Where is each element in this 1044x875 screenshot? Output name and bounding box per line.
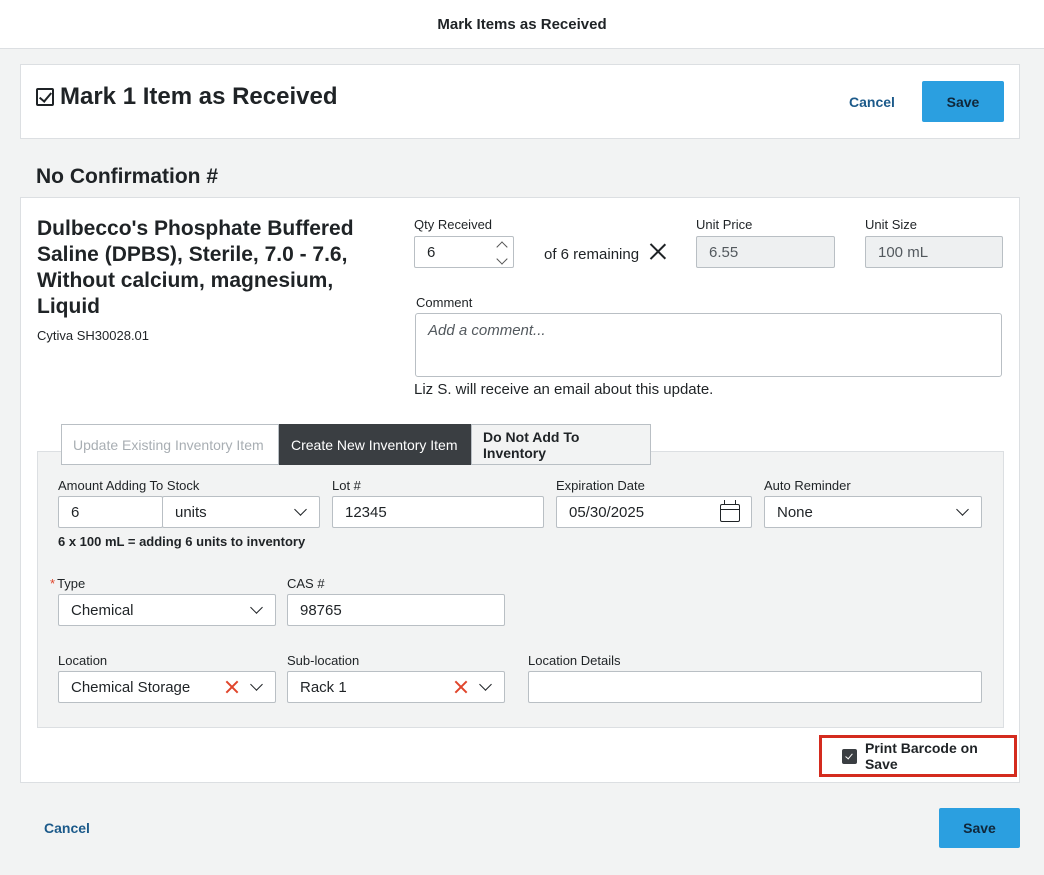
reminder-label: Auto Reminder (764, 478, 851, 493)
comment-note: Liz S. will receive an email about this … (414, 381, 714, 398)
location-details-label: Location Details (528, 653, 621, 668)
print-barcode-checkbox[interactable] (842, 748, 857, 764)
expiration-label: Expiration Date (556, 478, 645, 493)
print-barcode-option[interactable]: Print Barcode on Save (819, 735, 1017, 777)
sublocation-value: Rack 1 (300, 678, 347, 696)
reminder-value: None (777, 503, 813, 521)
sublocation-select[interactable]: Rack 1 (287, 671, 505, 703)
top-bar: Mark Items as Received (0, 0, 1044, 49)
amount-value: 6 (71, 503, 80, 521)
item-card: Dulbecco's Phosphate Buffered Saline (DP… (20, 197, 1020, 783)
inventory-panel: Amount Adding To Stock 6 units 6 x 100 m… (37, 451, 1004, 728)
comment-field[interactable]: Add a comment... (415, 313, 1002, 377)
location-select[interactable]: Chemical Storage (58, 671, 276, 703)
chevron-down-icon (250, 678, 263, 691)
reminder-select[interactable]: None (764, 496, 982, 528)
amount-note: 6 x 100 mL = adding 6 units to inventory (58, 534, 306, 549)
stepper-down-icon[interactable] (496, 253, 508, 265)
chevron-down-icon (956, 503, 969, 516)
inventory-tabs: Update Existing Inventory Item Create Ne… (61, 424, 651, 465)
cas-value: 98765 (300, 601, 342, 619)
tab-do-not-add[interactable]: Do Not Add To Inventory (471, 424, 651, 465)
print-barcode-label: Print Barcode on Save (864, 740, 978, 772)
window-title: Mark Items as Received (437, 15, 607, 33)
type-label-text: Type (57, 576, 86, 591)
type-select[interactable]: Chemical (58, 594, 276, 626)
unit-size-label: Unit Size (865, 217, 918, 232)
header-card: Mark 1 Item as Received Cancel Save (20, 64, 1020, 139)
cas-input[interactable]: 98765 (287, 594, 505, 626)
product-name: Dulbecco's Phosphate Buffered Saline (DP… (37, 217, 354, 318)
comment-label: Comment (416, 295, 473, 310)
required-marker: * (50, 576, 56, 591)
type-value: Chemical (71, 601, 134, 619)
clear-location-icon[interactable] (225, 680, 239, 694)
header-cancel-button[interactable]: Cancel (849, 94, 895, 110)
close-icon[interactable] (649, 242, 667, 260)
tab-update-existing[interactable]: Update Existing Inventory Item (61, 424, 279, 465)
expiration-value: 05/30/2025 (569, 503, 645, 521)
qty-received-input[interactable]: 6 (414, 236, 514, 268)
unit-select[interactable]: units (162, 496, 320, 528)
chevron-down-icon (250, 601, 263, 614)
qty-received-value: 6 (427, 243, 436, 261)
footer-save-button[interactable]: Save (939, 808, 1020, 848)
qty-stepper[interactable] (495, 239, 509, 265)
lot-value: 12345 (345, 503, 387, 521)
header-save-button[interactable]: Save (922, 81, 1004, 122)
qty-received-label: Qty Received (414, 217, 493, 232)
chevron-down-icon (479, 678, 492, 691)
sublocation-label: Sub-location (287, 653, 360, 668)
calendar-icon[interactable] (720, 500, 740, 522)
type-label: * Type (50, 576, 85, 591)
page-title-text: Mark 1 Item as Received (60, 83, 338, 110)
location-value: Chemical Storage (71, 678, 191, 696)
confirmation-title: No Confirmation # (36, 165, 218, 188)
chevron-down-icon (294, 503, 307, 516)
footer-cancel-button[interactable]: Cancel (44, 820, 90, 836)
checkbox-checked-icon (36, 88, 54, 106)
page-title: Mark 1 Item as Received (36, 83, 338, 111)
unit-value: units (175, 503, 207, 521)
lot-input[interactable]: 12345 (332, 496, 544, 528)
unit-size-value: 100 mL (878, 243, 929, 261)
expiration-input[interactable]: 05/30/2025 (556, 496, 752, 528)
remaining-text: of 6 remaining (544, 246, 640, 263)
amount-input[interactable]: 6 (58, 496, 163, 528)
stepper-up-icon[interactable] (496, 241, 508, 253)
tab-create-new[interactable]: Create New Inventory Item (279, 424, 471, 465)
cas-label: CAS # (287, 576, 325, 591)
unit-price-input: 6.55 (696, 236, 835, 268)
clear-sublocation-icon[interactable] (454, 680, 468, 694)
location-label: Location (58, 653, 108, 668)
unit-price-label: Unit Price (696, 217, 753, 232)
lot-label: Lot # (332, 478, 361, 493)
product-sku: Cytiva SH30028.01 (37, 328, 150, 343)
unit-size-input: 100 mL (865, 236, 1003, 268)
location-details-input[interactable] (528, 671, 982, 703)
comment-placeholder: Add a comment... (428, 322, 546, 339)
unit-price-value: 6.55 (709, 243, 739, 261)
amount-label: Amount Adding To Stock (58, 478, 200, 493)
